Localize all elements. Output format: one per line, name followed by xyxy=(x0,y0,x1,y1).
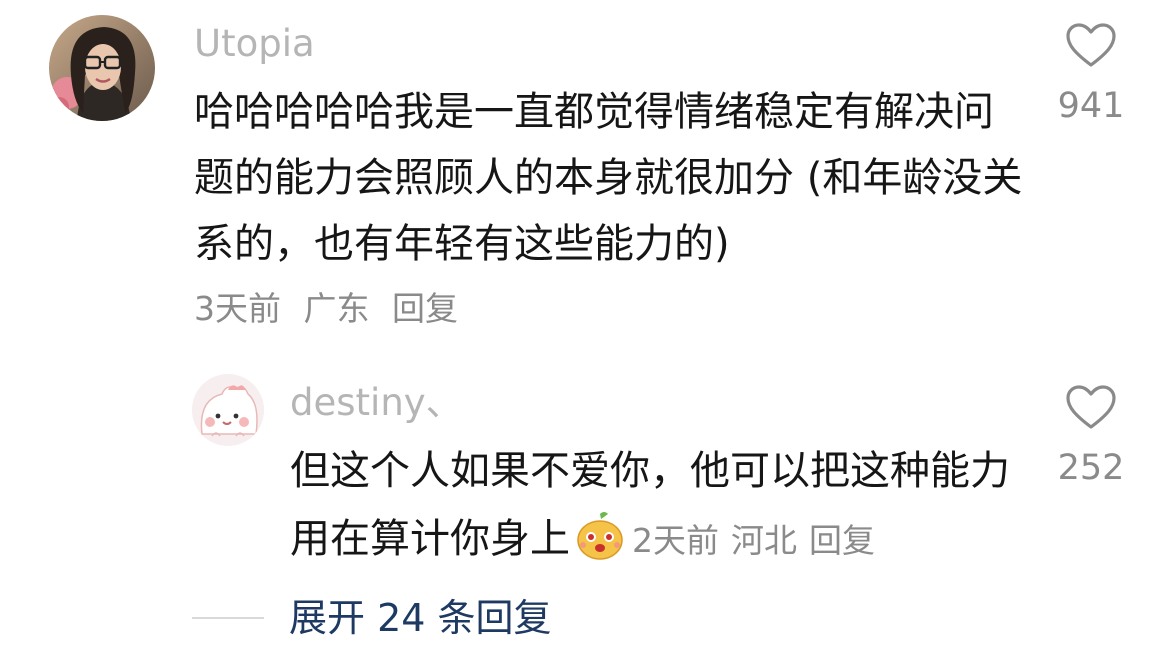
reply-username[interactable]: destiny、 xyxy=(290,381,463,425)
reply-like-count: 252 xyxy=(1057,448,1125,488)
comment-meta: 3天前 广东 回复 xyxy=(194,287,470,331)
reply-location: 河北 xyxy=(731,521,797,560)
like-group: 941 xyxy=(1036,22,1146,128)
reply-button[interactable]: 回复 xyxy=(392,289,458,328)
avatar[interactable] xyxy=(49,15,155,121)
heart-outline-icon[interactable] xyxy=(1065,384,1117,430)
divider xyxy=(192,617,264,619)
cute-face-emoji-icon xyxy=(574,510,626,562)
heart-outline-icon[interactable] xyxy=(1065,22,1117,68)
reply-reply-button[interactable]: 回复 xyxy=(809,521,875,560)
reply-like-group: 252 xyxy=(1036,384,1146,490)
comment-location: 广东 xyxy=(303,289,370,328)
reply-body: 但这个人如果不爱你，他可以把这种能力用在算计你身上 2天前 河北 回复 xyxy=(290,437,1030,575)
expand-replies-button[interactable]: 展开 24 条回复 xyxy=(289,594,552,642)
comment-text: 哈哈哈哈哈我是一直都觉得情绪稳定有解决问题的能力会照顾人的本身就很加分 (和年龄… xyxy=(194,89,1023,267)
comment-thread: Utopia 哈哈哈哈哈我是一直都觉得情绪稳定有解决问题的能力会照顾人的本身就很… xyxy=(0,0,1170,669)
reply-meta: 2天前 河北 回复 xyxy=(632,521,875,560)
reply-time: 2天前 xyxy=(632,521,719,560)
username[interactable]: Utopia xyxy=(194,22,315,66)
reply-avatar[interactable] xyxy=(192,374,264,446)
comment-time: 3天前 xyxy=(194,289,281,328)
like-count: 941 xyxy=(1057,86,1125,126)
